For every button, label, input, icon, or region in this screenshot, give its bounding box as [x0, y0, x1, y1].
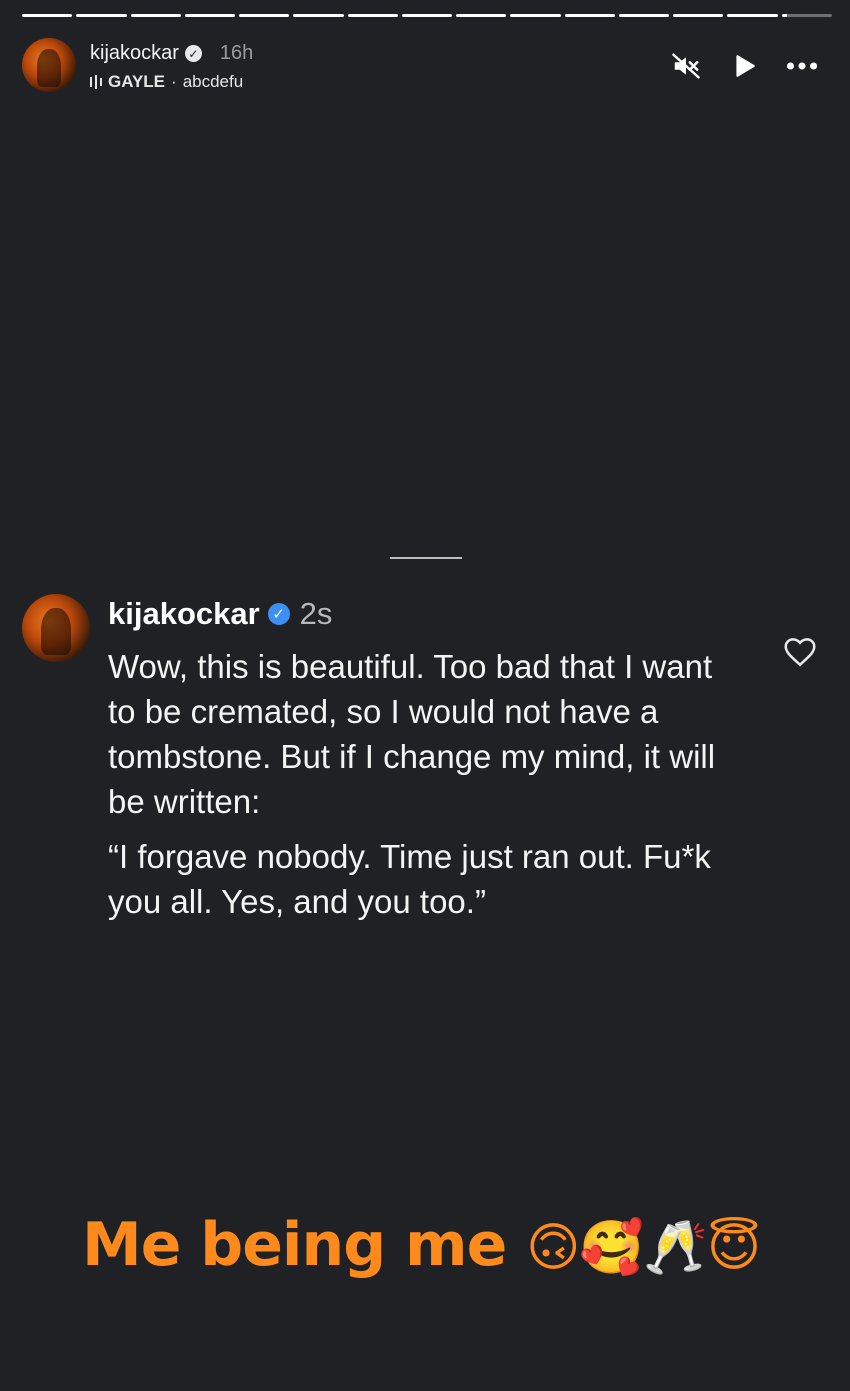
- progress-segment: [239, 14, 290, 17]
- comment-quote: “I forgave nobody. Time just ran out. Fu…: [108, 838, 711, 920]
- verified-badge-icon: ✓: [267, 603, 290, 625]
- more-icon[interactable]: [786, 50, 818, 82]
- progress-segment: [727, 14, 778, 17]
- sheet-handle: [390, 557, 462, 559]
- mute-icon[interactable]: [670, 50, 702, 82]
- caption-text: Me being me: [82, 1210, 507, 1280]
- comment-username[interactable]: kijakockar: [108, 596, 260, 632]
- progress-segment: [184, 14, 236, 17]
- like-heart-icon[interactable]: [782, 634, 818, 670]
- music-icon: [90, 74, 102, 90]
- story-header: kijakockar ✓ 16h GAYLE · abcdefu: [22, 38, 828, 94]
- caption-emojis: 🙃🥰🥂😇: [526, 1218, 761, 1278]
- progress-segment: [564, 14, 615, 17]
- story-controls: [670, 50, 818, 82]
- comment-time: 2s: [299, 596, 333, 631]
- music-separator: ·: [171, 72, 177, 91]
- progress-segment-current: [781, 14, 832, 17]
- progress-segment: [510, 14, 561, 17]
- progress-segment: [347, 14, 398, 17]
- progress-segment: [293, 14, 344, 17]
- progress-segment: [618, 14, 670, 17]
- progress-segment: [401, 14, 453, 17]
- avatar[interactable]: [22, 38, 76, 92]
- verified-badge-icon: ✓: [184, 45, 202, 62]
- progress-segment: [130, 14, 181, 17]
- progress-segment: [673, 14, 724, 17]
- play-icon[interactable]: [728, 50, 760, 82]
- progress-segment: [22, 14, 73, 17]
- story-time: 16h: [219, 42, 254, 64]
- music-artist: GAYLE: [108, 72, 166, 91]
- music-title: abcdefu: [182, 72, 244, 91]
- progress-segment: [456, 14, 507, 17]
- story-caption: Me being me 🙃🥰🥂😇: [82, 1210, 830, 1280]
- progress-segment: [76, 14, 127, 17]
- comment-header: kijakockar ✓ 2s: [108, 596, 332, 632]
- story-user[interactable]: kijakockar ✓ 16h: [90, 42, 253, 65]
- music-info[interactable]: GAYLE · abcdefu: [90, 72, 243, 92]
- comment-avatar[interactable]: [22, 594, 90, 662]
- comment-text: Wow, this is beautiful. Too bad that I w…: [108, 648, 716, 820]
- story-username[interactable]: kijakockar: [90, 42, 179, 65]
- story-progress-bar: [22, 14, 832, 18]
